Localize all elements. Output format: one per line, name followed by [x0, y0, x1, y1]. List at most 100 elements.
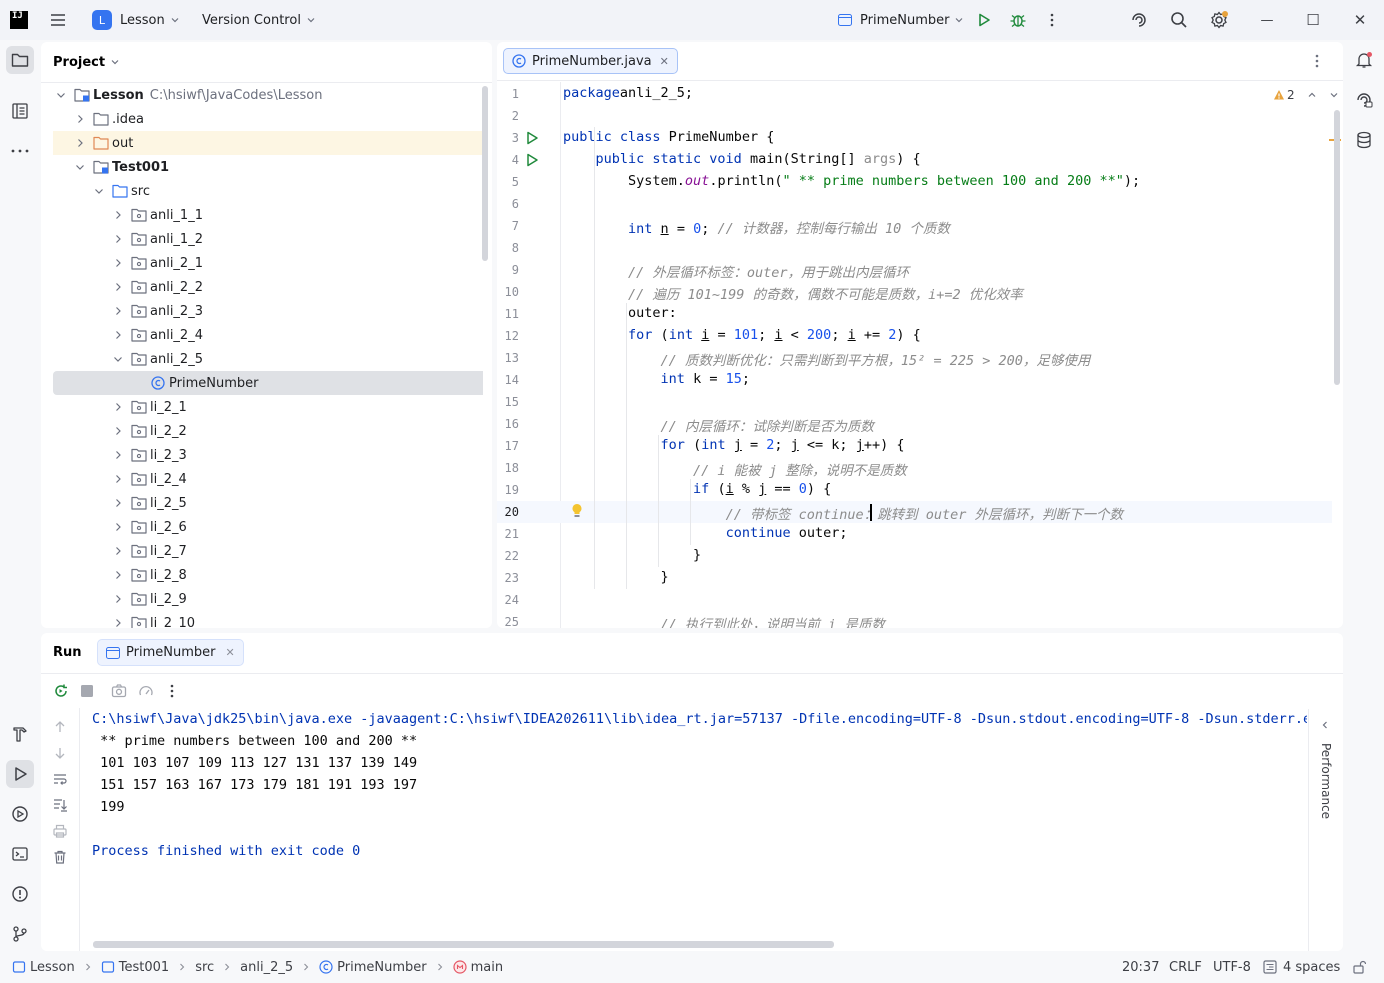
tree-item[interactable]: src	[53, 179, 483, 203]
minimize-button[interactable]: —	[1258, 0, 1276, 40]
code-line[interactable]: 6	[497, 193, 1332, 215]
project-switcher[interactable]: L Lesson	[92, 0, 180, 40]
code-line[interactable]: 7 int n = 0; // 计数器，控制每行输出 10 个质数	[497, 215, 1332, 237]
database-button[interactable]	[1350, 126, 1378, 154]
chevron-right-icon[interactable]	[112, 209, 124, 221]
code-line[interactable]: 11 outer:	[497, 303, 1332, 325]
tree-item[interactable]: .idea	[53, 107, 483, 131]
editor-more-button[interactable]	[1315, 54, 1319, 68]
breadcrumb-item[interactable]: Lesson	[12, 960, 75, 975]
code-area[interactable]: 1 packageanli_2_5; 2 3 public class PrimeNum…	[497, 83, 1332, 628]
main-menu-icon[interactable]	[48, 0, 68, 40]
build-tool-button[interactable]	[6, 720, 34, 748]
tree-item[interactable]: anli_1_1	[53, 203, 483, 227]
notifications-button[interactable]	[1350, 46, 1378, 74]
problems-tool-button[interactable]	[6, 880, 34, 908]
tree-item[interactable]: li_2_7	[53, 539, 483, 563]
tree-item[interactable]: li_2_5	[53, 491, 483, 515]
tree-item[interactable]: anli_2_3	[53, 299, 483, 323]
editor-tab[interactable]: PrimeNumber.java ✕	[503, 48, 678, 74]
debug-button[interactable]	[1004, 6, 1032, 34]
chevron-right-icon[interactable]	[112, 233, 124, 245]
camera-icon[interactable]	[111, 683, 127, 699]
services-tool-button[interactable]	[6, 800, 34, 828]
tree-item[interactable]: li_2_3	[53, 443, 483, 467]
chevron-right-icon[interactable]	[112, 473, 124, 485]
structure-tool-button[interactable]	[6, 97, 34, 125]
app-logo[interactable]: IJ	[10, 0, 28, 40]
breadcrumb-item[interactable]: src	[195, 960, 214, 975]
project-tool-button[interactable]	[6, 46, 34, 74]
readonly-toggle[interactable]	[1352, 952, 1366, 982]
code-line[interactable]: 19 if (i % j == 0) {	[497, 479, 1332, 501]
code-line[interactable]: 3 public class PrimeNumber {	[497, 127, 1332, 149]
chevron-right-icon[interactable]	[112, 329, 124, 341]
caret-position[interactable]: 20:37	[1122, 952, 1159, 982]
breadcrumb-item[interactable]: main	[453, 960, 503, 975]
code-line[interactable]: 17 for (int j = 2; j <= k; j++) {	[497, 435, 1332, 457]
tree-item[interactable]: anli_2_5	[53, 347, 483, 371]
code-line[interactable]: 10 // 遍历 101~199 的奇数，偶数不可能是质数，i+=2 优化效率	[497, 281, 1332, 303]
code-line[interactable]: 16 // 内层循环：试除判断是否为质数	[497, 413, 1332, 435]
console-hscrollbar[interactable]	[93, 941, 834, 948]
tree-item[interactable]: Lesson C:\hsiwf\JavaCodes\Lesson	[53, 83, 483, 107]
chevron-down-icon[interactable]	[93, 185, 105, 197]
version-control-menu[interactable]: Version Control	[202, 0, 316, 40]
run-config-selector[interactable]: PrimeNumber	[838, 0, 964, 40]
breadcrumb-item[interactable]: PrimeNumber	[319, 960, 427, 975]
code-line[interactable]: 2	[497, 105, 1332, 127]
chevron-right-icon[interactable]	[112, 617, 124, 628]
indent-setting[interactable]: 4 spaces	[1263, 952, 1340, 982]
close-tab-icon[interactable]: ✕	[225, 646, 234, 659]
chevron-right-icon[interactable]	[74, 113, 86, 125]
chevron-left-icon[interactable]	[1320, 720, 1330, 730]
tree-item[interactable]: li_2_1	[53, 395, 483, 419]
project-panel-header[interactable]: Project	[53, 52, 120, 72]
code-line[interactable]: 24	[497, 589, 1332, 611]
chevron-right-icon[interactable]	[112, 449, 124, 461]
close-tab-icon[interactable]: ✕	[660, 55, 669, 68]
performance-side-tab[interactable]: Performance	[1315, 743, 1335, 819]
chevron-right-icon[interactable]	[112, 281, 124, 293]
ai-chat-button[interactable]	[1350, 86, 1378, 114]
code-line[interactable]: 1 packageanli_2_5;	[497, 83, 1332, 105]
search-button[interactable]	[1165, 6, 1193, 34]
code-line[interactable]: 12 for (int i = 101; i < 200; i += 2) {	[497, 325, 1332, 347]
chevron-right-icon[interactable]	[112, 545, 124, 557]
tree-item[interactable]: li_2_6	[53, 515, 483, 539]
breadcrumb-item[interactable]: Test001	[101, 960, 169, 975]
chevron-down-icon[interactable]	[74, 161, 86, 173]
chevron-right-icon[interactable]	[112, 497, 124, 509]
code-line[interactable]: 22 }	[497, 545, 1332, 567]
close-button[interactable]: ✕	[1350, 0, 1370, 40]
run-gutter-icon[interactable]	[525, 153, 539, 167]
chevron-right-icon[interactable]	[112, 569, 124, 581]
tree-item[interactable]: PrimeNumber	[53, 371, 483, 395]
run-tab[interactable]: PrimeNumber ✕	[97, 639, 244, 666]
file-encoding[interactable]: UTF-8	[1213, 952, 1251, 982]
more-vertical-icon[interactable]	[170, 684, 174, 698]
console-output[interactable]: C:\hsiwf\Java\jdk25\bin\java.exe -javaag…	[41, 709, 1307, 934]
ai-assistant-button[interactable]	[1125, 6, 1153, 34]
chevron-right-icon[interactable]	[112, 521, 124, 533]
code-line[interactable]: 9 // 外层循环标签：outer，用于跳出内层循环	[497, 259, 1332, 281]
chevron-right-icon[interactable]	[112, 305, 124, 317]
tree-scrollbar[interactable]	[482, 86, 488, 261]
run-button[interactable]	[970, 6, 998, 34]
chevron-right-icon[interactable]	[112, 425, 124, 437]
breadcrumb-item[interactable]: anli_2_5	[240, 960, 293, 975]
run-tool-button[interactable]	[6, 760, 34, 788]
chevron-down-icon[interactable]	[112, 353, 124, 365]
tree-item[interactable]: li_2_2	[53, 419, 483, 443]
tree-item[interactable]: li_2_4	[53, 467, 483, 491]
code-line[interactable]: 5 System.out.println(" ** prime numbers …	[497, 171, 1332, 193]
chevron-right-icon[interactable]	[112, 401, 124, 413]
tree-item[interactable]: Test001	[53, 155, 483, 179]
code-line[interactable]: 23 }	[497, 567, 1332, 589]
tree-item[interactable]: anli_2_1	[53, 251, 483, 275]
code-line[interactable]: 8	[497, 237, 1332, 259]
editor-scrollbar[interactable]	[1334, 110, 1340, 385]
tree-item[interactable]: anli_2_4	[53, 323, 483, 347]
rerun-icon[interactable]	[53, 683, 69, 699]
code-line[interactable]: 13 // 质数判断优化：只需判断到平方根，15² = 225 > 200，足够…	[497, 347, 1332, 369]
